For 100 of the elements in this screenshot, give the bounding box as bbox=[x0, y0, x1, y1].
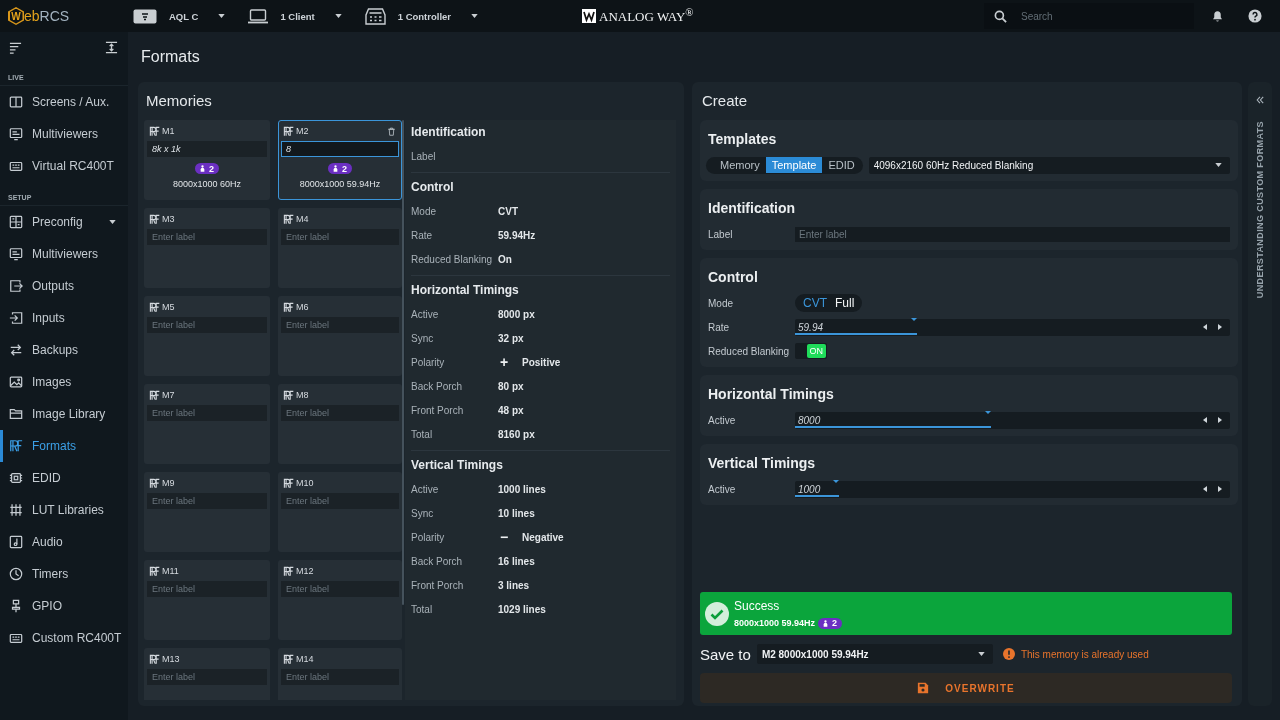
memory-dropdown[interactable]: M2 8000x1000 59.94Hz bbox=[756, 644, 993, 664]
memory-card[interactable]: M11 Enter label bbox=[144, 560, 270, 640]
memory-card[interactable]: M4 Enter label bbox=[278, 208, 402, 288]
sidebar-item[interactable]: Audio bbox=[0, 526, 128, 558]
caret-right-icon[interactable] bbox=[1218, 486, 1222, 492]
memory-card[interactable]: M7 Enter label bbox=[144, 384, 270, 464]
label-input[interactable]: Enter label bbox=[281, 581, 399, 597]
search-field[interactable]: Search bbox=[984, 3, 1194, 29]
selector-dropdown[interactable]: 1 Client bbox=[248, 8, 342, 24]
memory-card[interactable]: M6 Enter label bbox=[278, 296, 402, 376]
section-title: Vertical Timings bbox=[411, 457, 504, 474]
label-input[interactable]: Enter label bbox=[147, 669, 267, 685]
number-field[interactable]: 8000 bbox=[795, 411, 1230, 429]
notification-bell-icon[interactable] bbox=[1211, 9, 1224, 23]
field-value: 8160 px bbox=[498, 428, 535, 440]
label-input[interactable]: Enter label bbox=[281, 405, 399, 421]
format-icon bbox=[149, 301, 160, 313]
brand-logo: ANALOG WAY$^{®}$ bbox=[582, 6, 694, 26]
memory-card[interactable]: M10 Enter label bbox=[278, 472, 402, 552]
memory-card[interactable]: M13 Enter label bbox=[144, 648, 270, 700]
user-icon bbox=[333, 165, 338, 172]
mode-option[interactable]: Full bbox=[831, 296, 859, 310]
caret-right-icon[interactable] bbox=[1218, 324, 1222, 330]
caret-right-icon[interactable] bbox=[1218, 417, 1222, 423]
monitor-icon bbox=[9, 127, 23, 141]
memory-card[interactable]: M2 8 2 8000x1000 59.94Hz bbox=[278, 120, 402, 200]
sidebar-item[interactable]: Image Library bbox=[0, 398, 128, 430]
field-label: Front Porch bbox=[411, 404, 465, 416]
label-input[interactable]: Enter label bbox=[281, 669, 399, 685]
sidebar-item[interactable]: Virtual RC400T bbox=[0, 150, 128, 182]
label-input[interactable]: Enter label bbox=[147, 581, 267, 597]
field-label: Back Porch bbox=[411, 555, 464, 567]
output-arrow-icon bbox=[9, 279, 23, 293]
format-icon bbox=[283, 301, 294, 313]
label-input[interactable]: Enter label bbox=[147, 317, 267, 333]
memory-card[interactable]: M14 Enter label bbox=[278, 648, 402, 700]
search-icon[interactable] bbox=[994, 9, 1007, 23]
label-input[interactable]: 8k x 1k bbox=[147, 141, 267, 157]
help-icon[interactable] bbox=[1248, 9, 1262, 23]
sidebar-item[interactable]: LUT Libraries bbox=[0, 494, 128, 526]
memory-card[interactable]: M1 8k x 1k 2 8000x1000 60Hz bbox=[144, 120, 270, 200]
trash-icon[interactable] bbox=[387, 126, 396, 136]
caret-left-icon[interactable] bbox=[1203, 324, 1207, 330]
sidebar-item[interactable]: Multiviewers bbox=[0, 238, 128, 270]
panel-title[interactable]: UNDERSTANDING CUSTOM FORMATS bbox=[1255, 121, 1265, 299]
menu-icon[interactable] bbox=[9, 40, 22, 54]
memory-card[interactable]: M8 Enter label bbox=[278, 384, 402, 464]
selector-dropdown[interactable]: 1 Controller bbox=[364, 7, 478, 25]
source-tab[interactable]: Template bbox=[765, 157, 823, 173]
caret-left-icon[interactable] bbox=[1203, 486, 1207, 492]
label-input[interactable]: Enter label bbox=[795, 226, 1230, 242]
format-icon bbox=[283, 389, 294, 401]
scrollbar-thumb[interactable] bbox=[402, 120, 404, 605]
field-value: 48 px bbox=[498, 404, 524, 416]
sidebar-item[interactable]: Preconfig bbox=[0, 206, 128, 238]
label-input[interactable]: 8 bbox=[281, 141, 399, 157]
sidebar-item[interactable]: Inputs bbox=[0, 302, 128, 334]
monitor-icon bbox=[9, 247, 23, 261]
label-input[interactable]: Enter label bbox=[147, 229, 267, 245]
sidebar-item[interactable]: Custom RC400T bbox=[0, 622, 128, 654]
sidebar-item[interactable]: Images bbox=[0, 366, 128, 398]
badge-count: 2 bbox=[209, 163, 214, 174]
sidebar-item[interactable]: EDID bbox=[0, 462, 128, 494]
label-input[interactable]: Enter label bbox=[281, 229, 399, 245]
collapse-all-icon[interactable] bbox=[105, 40, 118, 54]
overwrite-button[interactable]: OVERWRITE bbox=[700, 673, 1232, 703]
field-label: Total bbox=[411, 428, 434, 440]
caret-left-icon[interactable] bbox=[1203, 417, 1207, 423]
search-input[interactable]: Search bbox=[1021, 10, 1181, 22]
user-icon bbox=[823, 619, 829, 627]
double-chevron-left-icon[interactable] bbox=[1256, 96, 1264, 104]
sidebar-item[interactable]: GPIO bbox=[0, 590, 128, 622]
memory-card[interactable]: M5 Enter label bbox=[144, 296, 270, 376]
polarity-sign: + bbox=[499, 354, 510, 370]
label-input[interactable]: Enter label bbox=[281, 493, 399, 509]
number-field[interactable]: 1000 bbox=[795, 480, 1230, 498]
keypad-icon bbox=[9, 631, 23, 645]
app-logo: W ebRCS bbox=[0, 7, 128, 25]
selector-dropdown[interactable]: AQL C bbox=[133, 8, 226, 24]
label-input[interactable]: Enter label bbox=[147, 493, 267, 509]
source-tab[interactable]: Memory bbox=[714, 157, 766, 173]
template-dropdown[interactable]: 4096x2160 60Hz Reduced Blanking bbox=[868, 156, 1230, 174]
hash-grid-icon bbox=[9, 503, 23, 517]
sidebar-item[interactable]: Formats bbox=[0, 430, 128, 462]
field-value: 59.94Hz bbox=[498, 229, 536, 241]
card-title: Identification bbox=[708, 199, 797, 218]
sidebar-item[interactable]: Multiviewers bbox=[0, 118, 128, 150]
memory-card[interactable]: M9 Enter label bbox=[144, 472, 270, 552]
source-tab[interactable]: EDID bbox=[822, 157, 861, 173]
sidebar-item[interactable]: Timers bbox=[0, 558, 128, 590]
sidebar-item[interactable]: Outputs bbox=[0, 270, 128, 302]
label-input[interactable]: Enter label bbox=[281, 317, 399, 333]
memory-card[interactable]: M12 Enter label bbox=[278, 560, 402, 640]
memory-card[interactable]: M3 Enter label bbox=[144, 208, 270, 288]
sidebar-item[interactable]: Screens / Aux. bbox=[0, 86, 128, 118]
rate-field[interactable]: 59.94 bbox=[795, 318, 1230, 336]
mode-option[interactable]: CVT bbox=[799, 296, 831, 310]
sidebar-item[interactable]: Backups bbox=[0, 334, 128, 366]
label-input[interactable]: Enter label bbox=[147, 405, 267, 421]
memory-name: M13 bbox=[162, 654, 180, 664]
